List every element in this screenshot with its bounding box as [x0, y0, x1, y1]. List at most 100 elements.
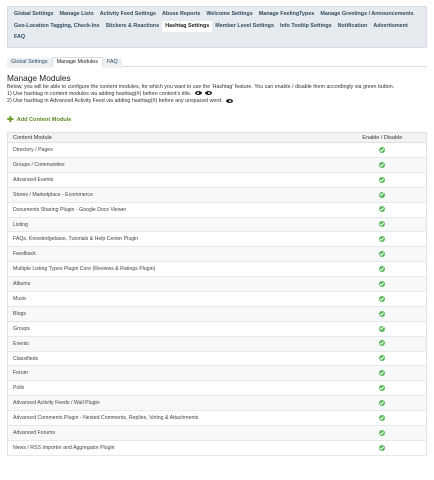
module-status-cell [338, 306, 427, 322]
module-name: Events [7, 336, 339, 352]
main-tab[interactable]: Global Settings [11, 9, 57, 21]
module-name: FAQs, Knowledgebase, Tutorials & Help Ce… [7, 231, 339, 248]
check-circle-icon[interactable] [379, 280, 386, 287]
check-circle-icon[interactable] [379, 251, 386, 258]
check-circle-icon[interactable] [379, 400, 386, 406]
check-circle-icon[interactable] [379, 414, 386, 421]
module-name: Classifieds [7, 351, 339, 367]
module-name: Feedback [7, 246, 339, 263]
table-row: Polls [7, 380, 427, 397]
module-name: Forum [7, 365, 339, 382]
module-name: Groups [7, 321, 339, 337]
module-status-cell [338, 380, 427, 397]
main-tab[interactable]: Geo-Location Tagging, Check-Ins [11, 21, 103, 33]
table-row: Documents Sharing Plugin - Google Docs V… [7, 202, 427, 218]
main-tab[interactable]: Manage FeelingTypes [256, 9, 318, 21]
main-tab[interactable]: Member Level Settings [212, 21, 277, 33]
eye-icon [194, 91, 202, 96]
module-name: Multiple Listing Types Plugin Core (Revi… [7, 261, 339, 278]
add-content-module-label: Add Content Module [16, 116, 72, 123]
module-name: Music [7, 291, 339, 307]
main-tab[interactable]: Manage Greetings / Announcements [317, 9, 416, 21]
module-name: Advanced Comments Plugin - Nested Commen… [7, 410, 339, 427]
check-circle-icon[interactable] [379, 370, 386, 377]
main-tab[interactable]: Info Tooltip Settings [277, 21, 335, 33]
module-status-cell [338, 187, 427, 203]
check-circle-icon[interactable] [379, 355, 386, 362]
main-tab[interactable]: FAQ [11, 32, 28, 44]
table-row: Blogs [7, 306, 427, 322]
main-tab[interactable]: Stickers & Reactions [103, 21, 163, 33]
check-circle-icon[interactable] [379, 206, 386, 213]
table-row: Advanced Forums [7, 425, 427, 441]
module-status-cell [338, 410, 427, 427]
description-line-2: 2) Use hashtag in Advanced Activity Feed… [7, 98, 427, 105]
module-status-cell [338, 202, 427, 218]
check-circle-icon[interactable] [379, 265, 386, 272]
column-header-content-module: Content Module [7, 132, 339, 144]
table-row: Directory / Pages [7, 142, 427, 158]
main-tab[interactable]: Notification [335, 21, 371, 33]
check-circle-icon[interactable] [379, 385, 386, 392]
page-description: Below, you will be able to configure the… [7, 84, 427, 106]
module-status-cell [338, 231, 427, 248]
table-row: Forum [7, 365, 427, 382]
sub-tab[interactable]: Manage Modules [51, 56, 103, 67]
check-circle-icon[interactable] [379, 146, 386, 153]
table-row: Advanced Comments Plugin - Nested Commen… [7, 410, 427, 427]
main-tab[interactable]: Welcome Settings [203, 9, 255, 21]
table-row: Stores / Marketplace - Ecommerce [7, 187, 427, 203]
table-row: Events [7, 336, 427, 352]
main-tab[interactable]: Advertisment [370, 21, 410, 33]
main-tab[interactable]: Activity Feed Settings [97, 9, 159, 21]
check-circle-icon[interactable] [379, 176, 386, 183]
check-circle-icon[interactable] [379, 340, 386, 347]
eye-icon [226, 98, 234, 103]
check-circle-icon[interactable] [379, 444, 386, 451]
description-intro: Below, you will be able to configure the… [7, 83, 395, 90]
add-content-module-link[interactable]: ✚ Add Content Module [7, 115, 427, 124]
module-status-cell [338, 261, 427, 278]
table-row: Advanced Events [7, 172, 427, 188]
description-line-1: 1) Use hashtag in content modules via ad… [7, 91, 427, 98]
module-name: Advanced Activity Feeds / Wall Plugin [7, 395, 339, 412]
table-row: Music [7, 291, 427, 307]
table-row: Groups [7, 321, 427, 337]
table-row: Listing [7, 217, 427, 233]
module-status-cell [338, 157, 427, 173]
table-row: News / RSS Importer and Aggregator Plugi… [7, 440, 427, 456]
module-name: Polls [7, 380, 339, 397]
check-circle-icon[interactable] [379, 161, 386, 168]
module-status-cell [338, 395, 427, 412]
check-circle-icon[interactable] [379, 221, 386, 228]
table-row: Groups / Communities [7, 157, 427, 173]
check-circle-icon[interactable] [379, 310, 386, 317]
table-row: Classifieds [7, 351, 427, 367]
check-circle-icon[interactable] [379, 429, 386, 436]
check-circle-icon[interactable] [379, 295, 386, 302]
module-status-cell [338, 246, 427, 263]
main-tab[interactable]: Hashtag Settings [162, 20, 213, 32]
module-name: Blogs [7, 306, 339, 322]
module-name: News / RSS Importer and Aggregator Plugi… [7, 440, 339, 456]
check-circle-icon[interactable] [379, 236, 386, 243]
main-tab[interactable]: Abuse Reports [159, 9, 203, 21]
table-row: Feedback [7, 246, 427, 263]
check-circle-icon[interactable] [379, 191, 386, 198]
module-status-cell [338, 440, 427, 456]
module-status-cell [338, 336, 427, 352]
page-title: Manage Modules [7, 72, 71, 83]
main-tab[interactable]: Manage Lists [57, 9, 97, 21]
check-circle-icon[interactable] [379, 325, 386, 332]
table-row: Advanced Activity Feeds / Wall Plugin [7, 395, 427, 412]
module-status-cell [338, 276, 427, 293]
module-status-cell [338, 351, 427, 367]
module-status-cell [338, 365, 427, 382]
module-name: Albums [7, 276, 339, 293]
module-name: Groups / Communities [7, 157, 339, 173]
sub-tab[interactable]: FAQ [102, 57, 122, 68]
module-name: Listing [7, 217, 339, 233]
plus-icon: ✚ [7, 115, 14, 125]
sub-tab[interactable]: Global Settings [7, 57, 52, 68]
main-tab-bar: Global Settings Manage Lists Activity Feed… [7, 6, 427, 48]
